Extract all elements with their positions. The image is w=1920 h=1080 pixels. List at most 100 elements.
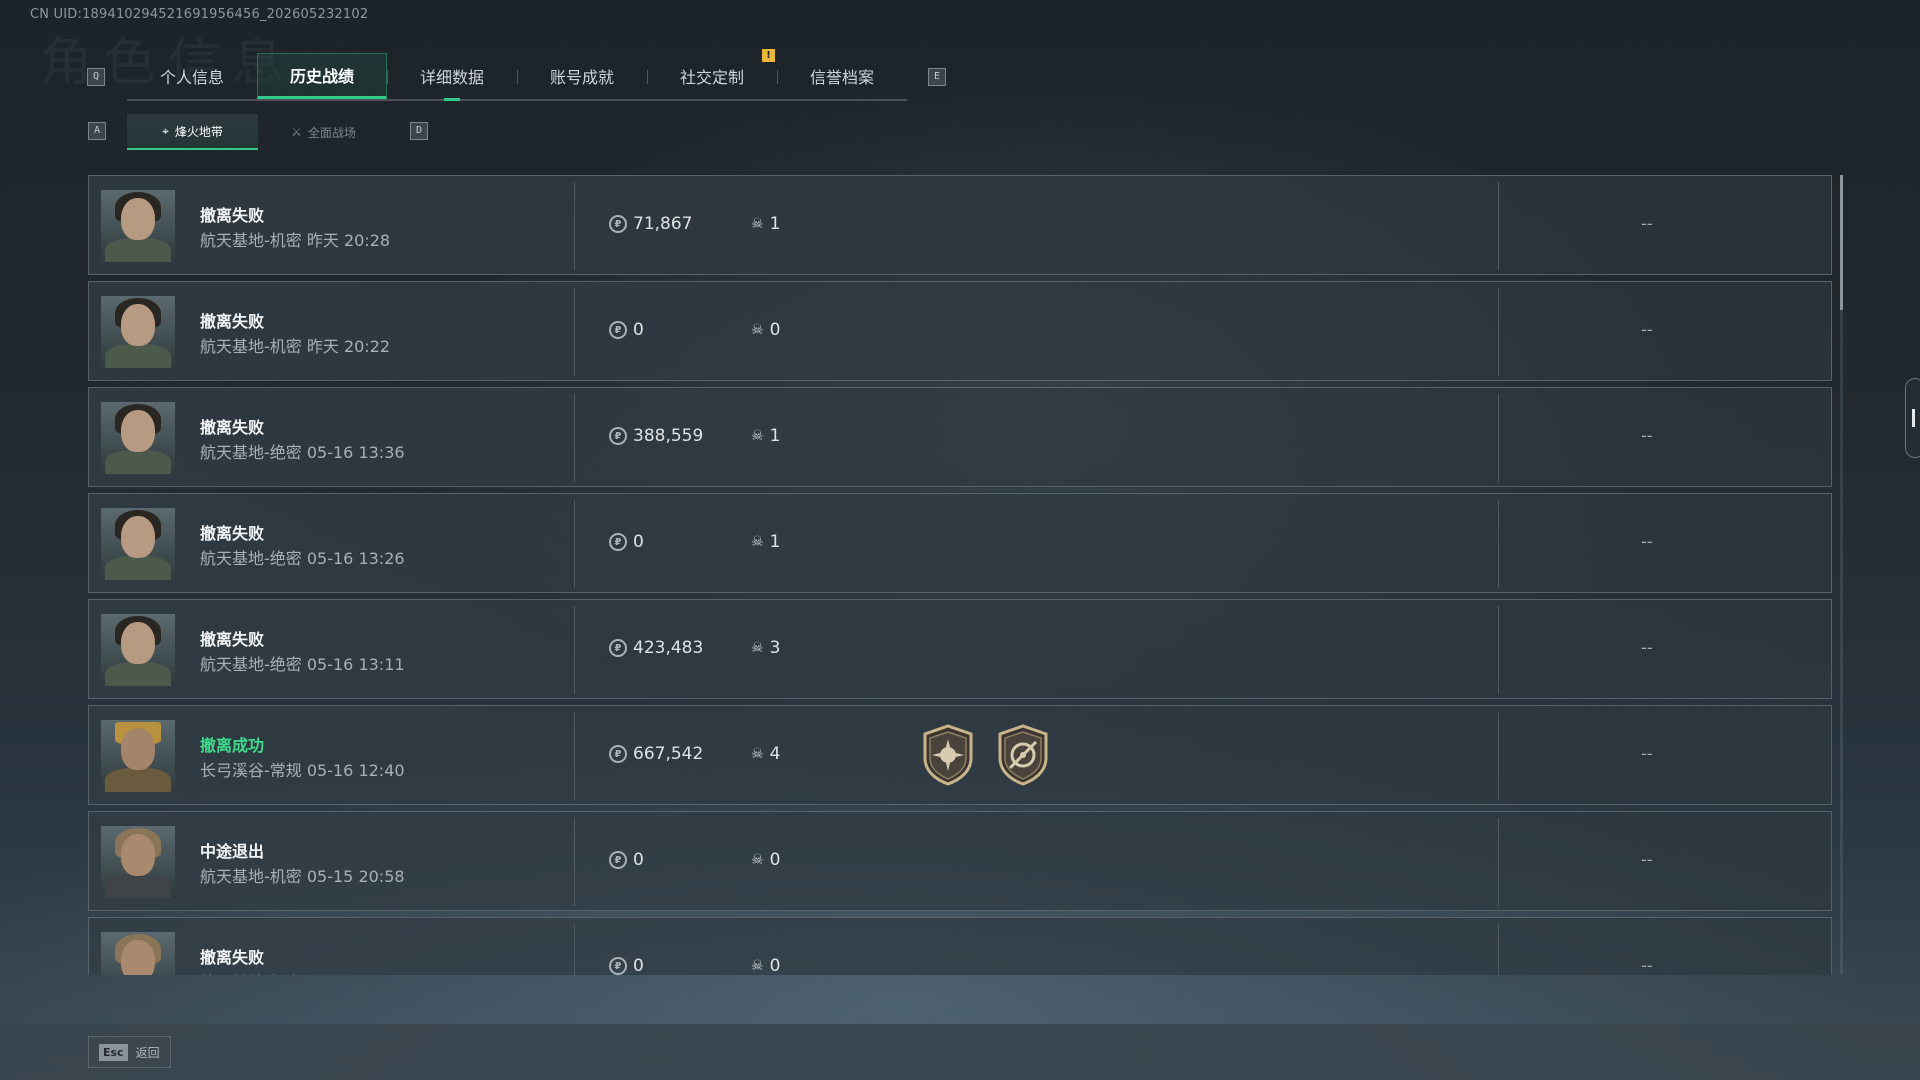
match-map-time: 航天基地-绝密 05-16 13:11: [200, 655, 405, 674]
alert-badge: !: [762, 49, 775, 62]
scrollbar-thumb[interactable]: [1840, 175, 1843, 310]
tab-detailed-data-label: 详细数据: [419, 68, 484, 87]
avatar-body: [105, 450, 171, 474]
divider: [574, 288, 575, 376]
avatar-head: [121, 304, 155, 346]
extra-info: --: [1641, 638, 1653, 657]
tab-account-achievements[interactable]: 账号成就: [517, 53, 647, 99]
skull-icon: ☠: [751, 216, 764, 232]
tab-social-custom[interactable]: 社交定制: [647, 53, 777, 99]
match-map-time: 长弓溪谷-常规 05-16 12:40: [200, 761, 405, 780]
divider: [1498, 818, 1499, 906]
avatar-body: [105, 768, 171, 792]
tab-detailed-data[interactable]: 详细数据: [387, 53, 517, 101]
subtab-warzone-label: 烽火地带: [174, 124, 223, 139]
target-shield-medal[interactable]: [996, 724, 1050, 786]
extra-info: --: [1641, 956, 1653, 975]
match-row[interactable]: 中途退出 航天基地-机密 05-15 20:58 ₽ 0 ☠ 0 --: [88, 811, 1832, 911]
avatar-body: [105, 556, 171, 580]
match-map-time: 航天基地-机密 05-15 20:58: [200, 867, 405, 886]
coin-icon: ₽: [609, 851, 627, 869]
avatar-head: [121, 622, 155, 664]
divider: [574, 712, 575, 800]
match-row[interactable]: 撤离失败 航天基地-机密 昨天 20:22 ₽ 0 ☠ 0 --: [88, 281, 1832, 381]
operator-avatar: [101, 402, 175, 474]
coin-icon: ₽: [609, 745, 627, 763]
match-row[interactable]: 撤离失败 航天基地-机密 昨天 20:28 ₽ 71,867 ☠ 1 --: [88, 175, 1832, 275]
coin-icon: ₽: [609, 639, 627, 657]
divider: [574, 818, 575, 906]
back-label: 返回: [135, 1045, 160, 1060]
key-hint-a[interactable]: A: [88, 122, 106, 140]
operator-avatar: [101, 614, 175, 686]
loot-value: ₽ 423,483: [609, 638, 703, 658]
key-hint-e[interactable]: E: [928, 68, 946, 86]
sun-shield-medal[interactable]: [921, 724, 975, 786]
kill-count-text: 0: [769, 850, 781, 870]
loot-value-text: 71,867: [633, 214, 693, 234]
loot-value-text: 0: [633, 956, 644, 975]
kill-count: ☠ 3: [751, 638, 780, 658]
match-result: 中途退出: [200, 842, 265, 861]
match-row[interactable]: 撤离失败 航天基地-绝密 05-16 13:11 ₽ 423,483 ☠ 3 -…: [88, 599, 1832, 699]
loot-value: ₽ 388,559: [609, 426, 703, 446]
tab-credit-record[interactable]: 信誉档案: [777, 53, 907, 99]
mode-tabs: ⌖ 烽火地带 ⚔ 全面战场: [127, 114, 389, 150]
loot-value-text: 388,559: [633, 426, 704, 446]
skull-icon: ☠: [751, 322, 764, 338]
key-hint-d[interactable]: D: [410, 122, 428, 140]
tab-personal-info[interactable]: 个人信息: [127, 53, 257, 99]
tab-match-history[interactable]: 历史战绩: [257, 53, 387, 99]
uid-text: CN UID:1894102945216919564​56_2026052321…: [30, 7, 369, 22]
extra-info: --: [1641, 320, 1653, 339]
match-row[interactable]: 撤离失败 航天基地-绝密 05-16 13:26 ₽ 0 ☠ 1 --: [88, 493, 1832, 593]
radar-icon: ⌖: [162, 123, 169, 138]
divider: [574, 924, 575, 975]
avatar-head: [121, 198, 155, 240]
skull-icon: ☠: [751, 534, 764, 550]
avatar-head: [121, 410, 155, 452]
kill-count-text: 3: [769, 638, 781, 658]
avatar-head: [121, 516, 155, 558]
avatar-body: [105, 662, 171, 686]
side-panel-handle[interactable]: [1905, 378, 1920, 458]
match-result: 撤离失败: [200, 524, 265, 543]
match-row[interactable]: 撤离失败 航天基地-绝密 05-16 13:36 ₽ 388,559 ☠ 1 -…: [88, 387, 1832, 487]
match-row[interactable]: 撤离成功 长弓溪谷-常规 05-16 12:40 ₽ 667,542 ☠ 4 -…: [88, 705, 1832, 805]
coin-icon: ₽: [609, 427, 627, 445]
esc-key-icon: Esc: [99, 1043, 128, 1061]
coin-icon: ₽: [609, 533, 627, 551]
loot-value: ₽ 71,867: [609, 214, 692, 234]
key-hint-q[interactable]: Q: [87, 68, 105, 86]
loot-value: ₽ 0: [609, 532, 644, 552]
soldier-icon: ⚔: [291, 125, 302, 139]
divider: [1498, 394, 1499, 482]
subtab-full-battlefield[interactable]: ⚔ 全面战场: [258, 114, 389, 150]
match-history-list[interactable]: 撤离失败 航天基地-机密 昨天 20:28 ₽ 71,867 ☠ 1 -- 撤离…: [88, 175, 1832, 975]
back-button[interactable]: Esc 返回: [88, 1036, 171, 1068]
avatar-body: [105, 874, 171, 898]
subtab-warzone[interactable]: ⌖ 烽火地带: [127, 114, 258, 150]
match-row[interactable]: 撤离失败 航天基地-机密 05-15 20:51 ₽ 0 ☠ 0 --: [88, 917, 1832, 975]
extra-info: --: [1641, 426, 1653, 445]
match-map-time: 航天基地-机密 昨天 20:22: [200, 337, 391, 356]
avatar-head: [121, 728, 155, 770]
tab-match-history-label: 历史战绩: [289, 67, 354, 86]
coin-icon: ₽: [609, 957, 627, 975]
kill-count: ☠ 1: [751, 532, 780, 552]
match-map-time: 航天基地-机密 05-15 20:51: [200, 969, 405, 975]
kill-count: ☠ 0: [751, 956, 780, 975]
main-tabs: 个人信息 历史战绩 详细数据 账号成就 社交定制 信誉档案: [127, 53, 907, 101]
kill-count: ☠ 4: [751, 744, 780, 764]
skull-icon: ☠: [751, 852, 764, 868]
kill-count: ☠ 0: [751, 320, 780, 340]
loot-value-text: 667,542: [633, 744, 704, 764]
loot-value: ₽ 0: [609, 850, 644, 870]
divider: [1498, 924, 1499, 975]
loot-value-text: 423,483: [633, 638, 704, 658]
kill-count-text: 1: [769, 426, 781, 446]
extra-info: --: [1641, 744, 1653, 763]
loot-value: ₽ 667,542: [609, 744, 703, 764]
kill-count-text: 1: [769, 214, 781, 234]
loot-value: ₽ 0: [609, 956, 644, 975]
